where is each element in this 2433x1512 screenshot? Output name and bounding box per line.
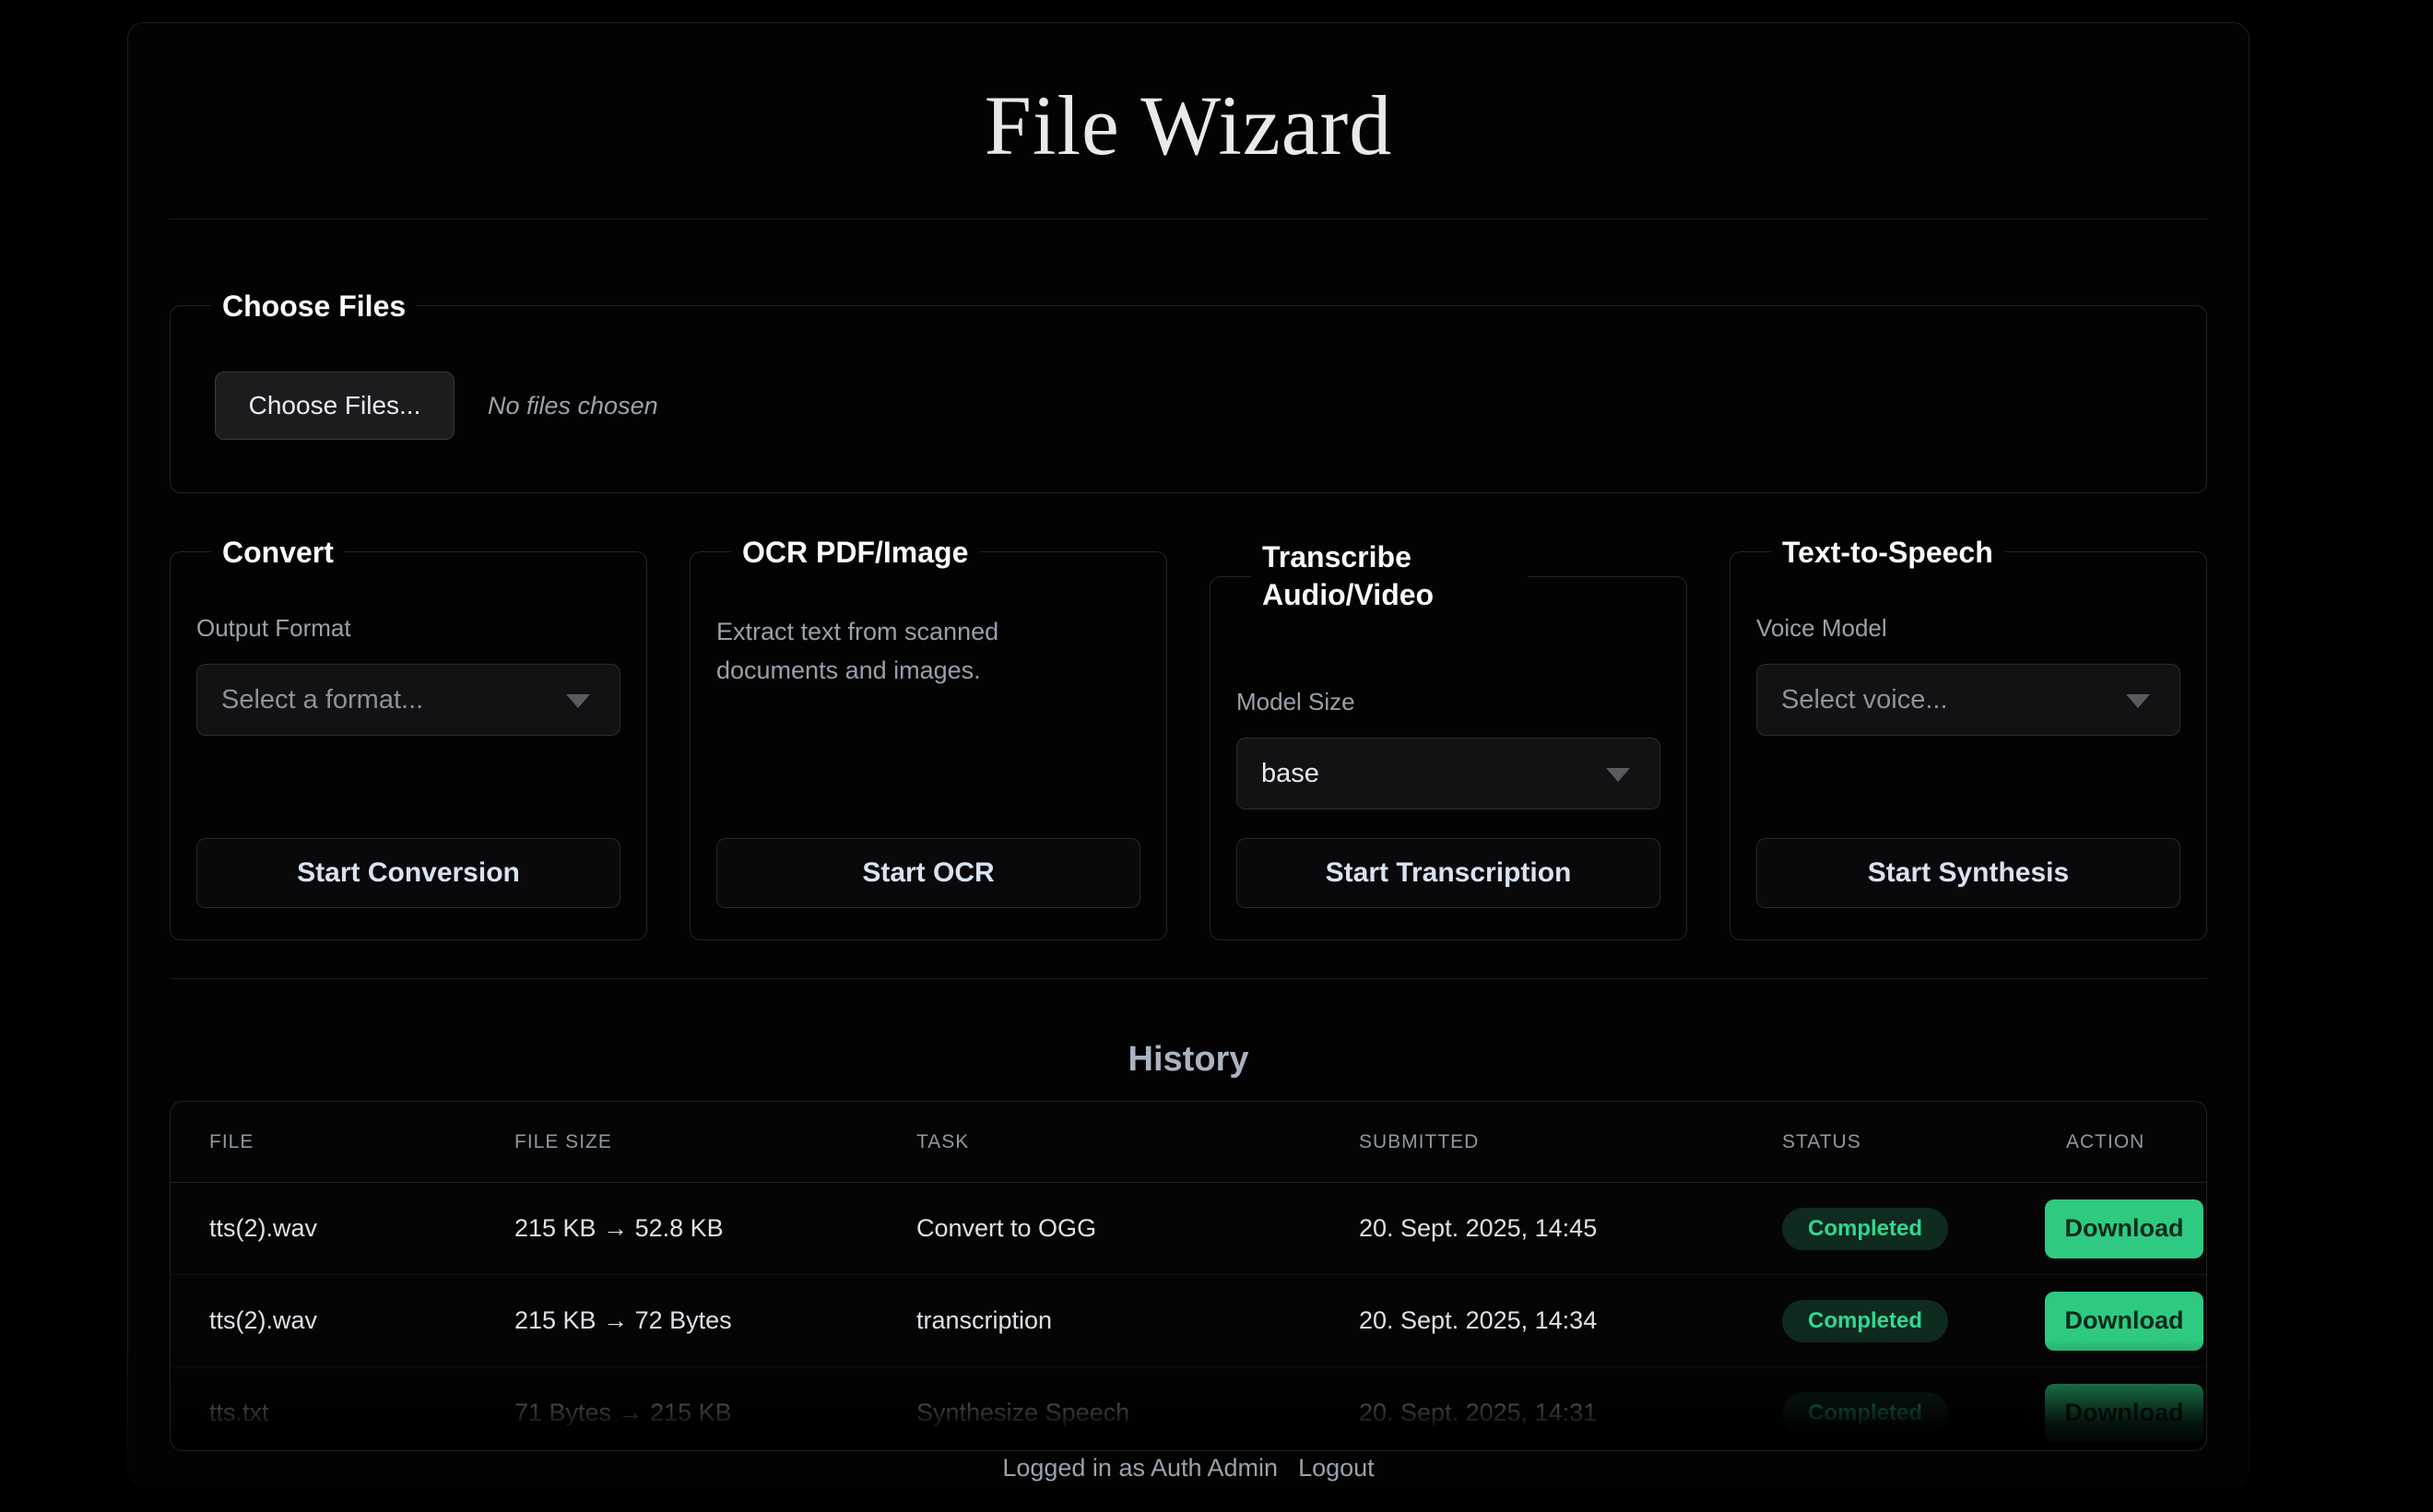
voice-model-select[interactable]: Select voice... [1756,664,2180,736]
output-format-label: Output Format [196,612,620,644]
card-convert: Convert Output Format Select a format...… [170,551,647,940]
start-conversion-button[interactable]: Start Conversion [196,838,620,908]
cell-submitted: 20. Sept. 2025, 14:34 [1359,1306,1782,1335]
cell-task: Convert to OGG [916,1214,1359,1243]
choose-files-button[interactable]: Choose Files... [215,372,455,440]
voice-model-label: Voice Model [1756,612,2180,644]
start-synthesis-button[interactable]: Start Synthesis [1756,838,2180,908]
card-ocr: OCR PDF/Image Extract text from scanned … [690,551,1167,940]
select-value: Select voice... [1781,685,1948,715]
select-value: base [1261,759,1319,789]
download-button[interactable]: Download [2045,1292,2203,1351]
cell-file: tts(2).wav [209,1214,514,1243]
status-badge: Completed [1782,1392,1948,1435]
column-header-submitted: SUBMITTED [1359,1131,1782,1153]
start-transcription-button[interactable]: Start Transcription [1236,838,1660,908]
convert-legend: Convert [211,534,345,571]
ocr-description: Extract text from scanned documents and … [716,612,1113,690]
history-divider [170,978,2207,979]
status-badge: Completed [1782,1300,1948,1342]
column-header-file: FILE [209,1131,514,1153]
logout-link[interactable]: Logout [1298,1454,1375,1482]
status-badge: Completed [1782,1208,1948,1250]
table-row: tts(2).wav 215 KB → 72 Bytes transcripti… [171,1275,2206,1367]
history-heading: History [170,1038,2207,1081]
table-row: tts.txt 71 Bytes → 215 KB Synthesize Spe… [171,1367,2206,1451]
cell-file-size: 215 KB → 72 Bytes [514,1306,916,1335]
download-button[interactable]: Download [2045,1199,2203,1258]
tts-legend: Text-to-Speech [1771,534,2004,571]
chevron-down-icon [566,694,590,708]
cell-file-size: 215 KB → 52.8 KB [514,1214,916,1243]
column-header-file-size: FILE SIZE [514,1131,916,1153]
history-table: FILE FILE SIZE TASK SUBMITTED STATUS ACT… [170,1101,2207,1451]
main-panel: File Wizard Choose Files Choose Files...… [127,22,2250,1488]
ocr-legend: OCR PDF/Image [731,534,979,571]
no-files-chosen-text: No files chosen [488,392,658,420]
model-size-select[interactable]: base [1236,738,1660,809]
tool-cards-row: Convert Output Format Select a format...… [170,551,2207,940]
cell-file-size: 71 Bytes → 215 KB [514,1399,916,1427]
page-title: File Wizard [170,83,2207,168]
column-header-status: STATUS [1782,1131,2045,1153]
select-value: Select a format... [221,685,423,715]
cell-submitted: 20. Sept. 2025, 14:31 [1359,1399,1782,1427]
footer: Logged in as Auth Admin Logout [170,1449,2207,1486]
cell-submitted: 20. Sept. 2025, 14:45 [1359,1214,1782,1243]
table-header-row: FILE FILE SIZE TASK SUBMITTED STATUS ACT… [171,1102,2206,1183]
logged-in-text: Logged in as Auth Admin [1002,1454,1278,1482]
cell-task: transcription [916,1306,1359,1335]
card-transcribe: Transcribe Audio/Video Model Size base S… [1210,576,1687,940]
download-button[interactable]: Download [2045,1384,2203,1443]
model-size-label: Model Size [1236,686,1660,717]
card-text-to-speech: Text-to-Speech Voice Model Select voice.… [1730,551,2207,940]
cell-file: tts.txt [209,1399,514,1427]
chevron-down-icon [1606,768,1630,782]
choose-files-fieldset: Choose Files Choose Files... No files ch… [170,305,2207,493]
output-format-select[interactable]: Select a format... [196,664,620,736]
cell-file: tts(2).wav [209,1306,514,1335]
column-header-action: ACTION [2045,1131,2167,1153]
table-row: tts(2).wav 215 KB → 52.8 KB Convert to O… [171,1183,2206,1275]
cell-task: Synthesize Speech [916,1399,1359,1427]
choose-files-legend: Choose Files [211,288,417,325]
start-ocr-button[interactable]: Start OCR [716,838,1140,908]
chevron-down-icon [2126,694,2150,708]
transcribe-legend: Transcribe Audio/Video [1251,538,1528,614]
column-header-task: TASK [916,1131,1359,1153]
